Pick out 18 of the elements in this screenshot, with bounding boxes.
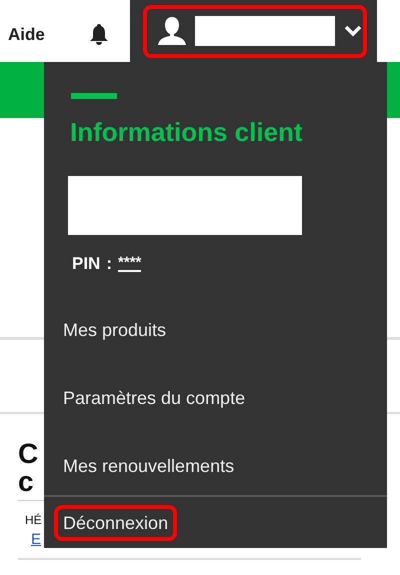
page-heading: c — [18, 468, 34, 496]
menu-item[interactable]: Déconnexion — [54, 504, 178, 540]
menu-title: Informations client — [70, 116, 304, 149]
menu-item[interactable]: Mes produits — [54, 312, 176, 348]
menu-item[interactable]: Mes renouvellements — [54, 448, 244, 484]
pin-label: PIN — [72, 253, 100, 275]
link[interactable]: E — [31, 529, 42, 552]
pin-value: **** — [118, 256, 142, 272]
menu-item[interactable]: Paramètres du compte — [54, 380, 254, 416]
page-heading: C — [18, 440, 38, 468]
user-menu-button[interactable] — [142, 4, 367, 58]
user-icon — [156, 15, 188, 47]
section-label: HÉ — [25, 512, 42, 529]
pin-separator: : — [106, 253, 112, 275]
bell-icon[interactable] — [88, 23, 109, 45]
accent-bar — [71, 93, 117, 99]
help-link[interactable]: Aide — [8, 22, 45, 44]
chevron-icon — [342, 24, 363, 38]
